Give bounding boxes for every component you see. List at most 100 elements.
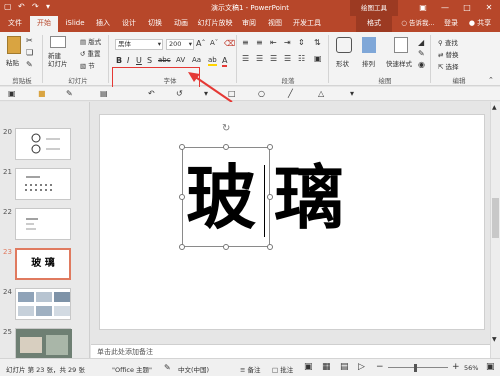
zoom-slider[interactable]	[388, 367, 448, 368]
tab-islide[interactable]: iSlide	[62, 16, 88, 32]
shadow-icon[interactable]: S	[147, 56, 152, 65]
font-color-icon[interactable]: A	[222, 56, 228, 67]
arrange-button[interactable]: 排列	[362, 58, 375, 68]
shape-fill-icon[interactable]: ◢	[418, 38, 424, 47]
slide-thumbnail-25[interactable]	[15, 328, 72, 358]
resize-handle[interactable]	[267, 244, 273, 250]
language-indicator[interactable]: 中文(中国)	[178, 364, 209, 374]
smartart-icon[interactable]: ▣	[314, 54, 322, 63]
login-link[interactable]: 登录	[442, 16, 460, 32]
shapes-button[interactable]: 形状	[336, 58, 349, 68]
find-button[interactable]: ⚲ 查找	[438, 37, 458, 47]
new-slide-button[interactable]: 新建 幻灯片	[48, 52, 68, 68]
slide-sorter-icon[interactable]: ▦	[322, 362, 331, 372]
tell-me-box[interactable]: ○ 告诉我...	[398, 16, 438, 32]
shape-triangle-icon[interactable]: △	[318, 89, 324, 98]
undo-icon[interactable]: ↶	[148, 89, 155, 98]
quick-styles-icon[interactable]	[394, 37, 408, 53]
shapes-icon[interactable]	[336, 37, 352, 53]
format-painter-icon[interactable]: ✎	[26, 60, 33, 69]
layout-button[interactable]: ▤ 版式	[80, 36, 101, 46]
tab-file[interactable]: 文件	[4, 16, 26, 32]
tab-developer[interactable]: 开发工具	[290, 16, 324, 32]
quick-styles-button[interactable]: 快速样式	[386, 58, 412, 68]
justify-icon[interactable]: ☰	[284, 54, 291, 63]
maximize-icon[interactable]: □	[456, 0, 478, 16]
normal-view-icon[interactable]: ▣	[304, 362, 313, 372]
vertical-scrollbar[interactable]: ▲ ▼	[490, 102, 500, 358]
paste-icon[interactable]	[7, 36, 21, 54]
italic-icon[interactable]: I	[127, 56, 129, 65]
text-direction-icon[interactable]: ⇅	[314, 38, 321, 47]
slide-thumbnail-23[interactable]: 玻 璃	[15, 248, 71, 280]
scroll-up-icon[interactable]: ▲	[492, 104, 499, 112]
align-center-icon[interactable]: ☰	[256, 54, 263, 63]
section-button[interactable]: ▧ 节	[80, 60, 95, 70]
reset-button[interactable]: ↺ 重置	[80, 48, 101, 58]
notes-toggle[interactable]: ≡ 备注	[240, 364, 261, 374]
tab-insert[interactable]: 插入	[92, 16, 114, 32]
increase-font-icon[interactable]: Aˆ	[196, 39, 205, 48]
tab-design[interactable]: 设计	[118, 16, 140, 32]
slide-thumbnail-24[interactable]	[15, 288, 71, 320]
tab-review[interactable]: 审阅	[238, 16, 260, 32]
align-right-icon[interactable]: ☰	[270, 54, 277, 63]
bold-icon[interactable]: B	[116, 56, 122, 65]
scroll-thumb[interactable]	[492, 198, 499, 238]
line-spacing-icon[interactable]: ⇕	[298, 38, 305, 47]
reading-view-icon[interactable]: ▤	[340, 362, 349, 372]
align-left-icon[interactable]: ☰	[242, 54, 249, 63]
cut-icon[interactable]: ✂	[26, 36, 33, 45]
save-icon[interactable]: ▣	[8, 89, 16, 98]
share-button[interactable]: ● 共享	[464, 16, 496, 32]
resize-handle[interactable]	[179, 244, 185, 250]
ribbon-display-icon[interactable]: ▣	[412, 0, 434, 16]
notes-pane[interactable]: 单击此处添加备注	[91, 344, 491, 358]
close-icon[interactable]: ✕	[478, 0, 500, 16]
spellcheck-icon[interactable]: ✎	[164, 363, 171, 372]
font-name-combo[interactable]: 黑体 ▾	[115, 39, 163, 50]
tab-home[interactable]: 开始	[30, 16, 58, 32]
outdent-icon[interactable]: ⇥	[284, 38, 291, 47]
slide-canvas[interactable]: ↻ 玻 璃	[99, 114, 485, 330]
slide-char-1[interactable]: 玻	[186, 163, 256, 233]
scroll-down-icon[interactable]: ▼	[492, 336, 499, 344]
select-button[interactable]: ⇱ 选择	[438, 61, 459, 71]
text-box-icon[interactable]: ▤	[100, 89, 108, 98]
more-icon[interactable]: ▾	[350, 89, 354, 98]
resize-handle[interactable]	[267, 194, 273, 200]
zoom-level[interactable]: 56%	[464, 364, 478, 372]
zoom-slider-thumb[interactable]	[414, 364, 417, 372]
shape-outline-icon[interactable]: ✎	[418, 49, 425, 58]
shape-effects-icon[interactable]: ◉	[418, 60, 425, 69]
format-painter-icon[interactable]: ✎	[66, 89, 73, 98]
change-case-icon[interactable]: Aa	[192, 56, 201, 64]
underline-icon[interactable]: U	[136, 56, 142, 65]
zoom-out-icon[interactable]: −	[376, 362, 384, 372]
minimize-icon[interactable]: —	[434, 0, 456, 16]
tab-animations[interactable]: 动画	[170, 16, 192, 32]
strikethrough-icon[interactable]: abc	[158, 56, 171, 64]
new-slide-icon[interactable]	[50, 36, 66, 48]
tab-view[interactable]: 视图	[264, 16, 286, 32]
tab-transitions[interactable]: 切换	[144, 16, 166, 32]
collapse-ribbon-icon[interactable]: ⌃	[488, 76, 494, 84]
indent-icon[interactable]: ⇤	[270, 38, 277, 47]
shape-line-icon[interactable]: ╱	[288, 89, 293, 98]
font-size-combo[interactable]: 200 ▾	[166, 39, 194, 50]
highlight-icon[interactable]: ab	[208, 56, 217, 66]
decrease-font-icon[interactable]: Aˇ	[210, 39, 218, 47]
clear-format-icon[interactable]: ⌫	[224, 39, 235, 48]
tab-slideshow[interactable]: 幻灯片放映	[196, 16, 234, 32]
char-spacing-icon[interactable]: AV	[176, 56, 185, 64]
slide-char-2[interactable]: 璃	[274, 163, 344, 233]
comments-toggle[interactable]: □ 批注	[272, 364, 293, 374]
slide-thumbnail-22[interactable]	[15, 208, 71, 240]
replace-button[interactable]: ⇄ 替换	[438, 49, 459, 59]
resize-handle[interactable]	[179, 194, 185, 200]
bullets-icon[interactable]: ≡	[242, 38, 249, 47]
columns-icon[interactable]: ☷	[298, 54, 305, 63]
slide-thumbnail-20[interactable]	[15, 128, 71, 160]
tab-format[interactable]: 格式	[356, 16, 392, 32]
numbering-icon[interactable]: ≡	[256, 38, 263, 47]
